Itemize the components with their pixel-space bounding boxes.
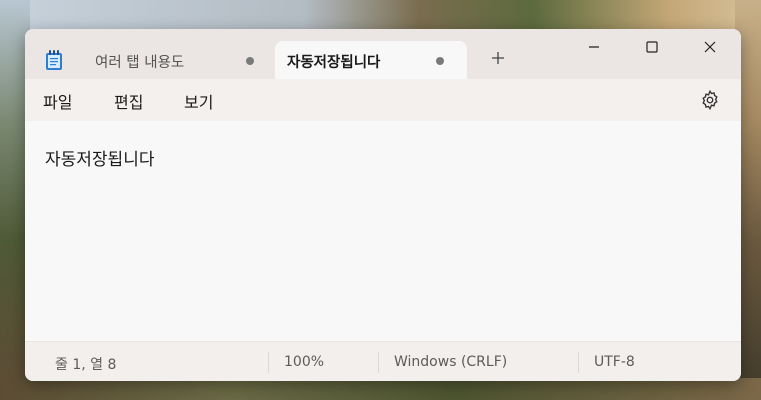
- maximize-button[interactable]: [624, 29, 680, 65]
- plus-icon: [492, 52, 504, 64]
- tab-multi-content[interactable]: 여러 탭 내용도: [79, 41, 265, 79]
- status-divider: [378, 352, 379, 373]
- zoom-level[interactable]: 100%: [284, 354, 324, 370]
- menu-view[interactable]: 보기: [184, 89, 213, 113]
- tab-label: 자동저장됩니다: [287, 55, 381, 71]
- maximize-icon: [646, 41, 658, 53]
- title-bar[interactable]: 여러 탭 내용도 자동저장됩니다: [25, 29, 741, 79]
- close-button[interactable]: [682, 29, 738, 65]
- status-divider: [268, 352, 269, 373]
- line-ending[interactable]: Windows (CRLF): [394, 354, 507, 370]
- menu-bar: 파일 편집 보기: [25, 79, 741, 122]
- tab-label: 여러 탭 내용도: [95, 55, 185, 71]
- unsaved-dot-icon[interactable]: [436, 57, 444, 65]
- encoding[interactable]: UTF-8: [594, 354, 635, 370]
- wallpaper-top: [0, 0, 761, 32]
- tab-autosave[interactable]: 자동저장됩니다: [275, 41, 467, 79]
- minimize-button[interactable]: [566, 29, 622, 65]
- status-bar: 줄 1, 열 8 100% Windows (CRLF) UTF-8: [25, 341, 741, 381]
- editor-content[interactable]: 자동저장됩니다: [45, 145, 154, 170]
- notepad-icon: [46, 50, 62, 70]
- wallpaper-bottom: [0, 378, 761, 400]
- menu-file[interactable]: 파일: [43, 89, 72, 113]
- gear-icon[interactable]: [699, 89, 721, 111]
- close-icon: [704, 41, 716, 53]
- status-divider: [578, 352, 579, 373]
- new-tab-button[interactable]: [487, 48, 509, 70]
- cursor-position: 줄 1, 열 8: [55, 357, 117, 373]
- minimize-icon: [589, 46, 599, 48]
- menu-edit[interactable]: 편집: [114, 89, 143, 113]
- notepad-window: 여러 탭 내용도 자동저장됩니다 파일 편집 보기 자동저장됩니다 줄 1, 열…: [25, 29, 741, 381]
- unsaved-dot-icon[interactable]: [246, 57, 254, 65]
- text-editor[interactable]: 자동저장됩니다: [25, 121, 741, 340]
